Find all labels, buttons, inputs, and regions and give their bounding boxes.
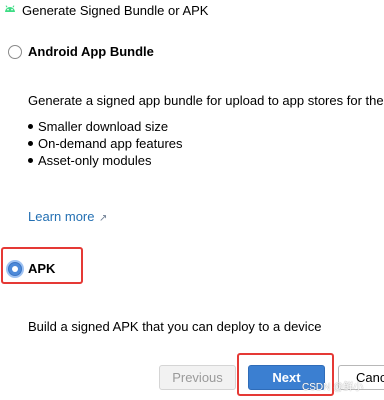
dialog-title: Generate Signed Bundle or APK (22, 3, 209, 18)
dialog-title-bar: Generate Signed Bundle or APK (0, 0, 384, 24)
bundle-bullet-item: On-demand app features (28, 136, 183, 151)
learn-more-text[interactable]: Learn more (28, 209, 94, 224)
bullet-icon (28, 141, 33, 147)
bullet-text: Asset-only modules (38, 153, 152, 168)
bullet-text: Smaller download size (38, 119, 169, 134)
bundle-bullet-item: Smaller download size (28, 119, 168, 134)
bundle-bullet-item: Asset-only modules (28, 153, 151, 168)
android-app-bundle-label[interactable]: Android App Bundle (28, 44, 154, 59)
csdn-watermark: CSDN @鲜小 (302, 382, 364, 393)
radio-apk[interactable] (8, 262, 22, 276)
learn-more-link[interactable]: Learn more ↗ (28, 208, 107, 226)
previous-button[interactable]: Previous (159, 365, 236, 390)
apk-label[interactable]: APK (28, 261, 55, 276)
bullet-text: On-demand app features (38, 136, 183, 151)
bullet-icon (28, 124, 33, 130)
android-icon (3, 2, 17, 16)
external-link-arrow-icon: ↗ (98, 213, 108, 224)
bundle-description: Generate a signed app bundle for upload … (28, 93, 384, 108)
radio-android-app-bundle[interactable] (8, 45, 22, 59)
bullet-icon (28, 158, 33, 164)
apk-description: Build a signed APK that you can deploy t… (28, 319, 322, 334)
